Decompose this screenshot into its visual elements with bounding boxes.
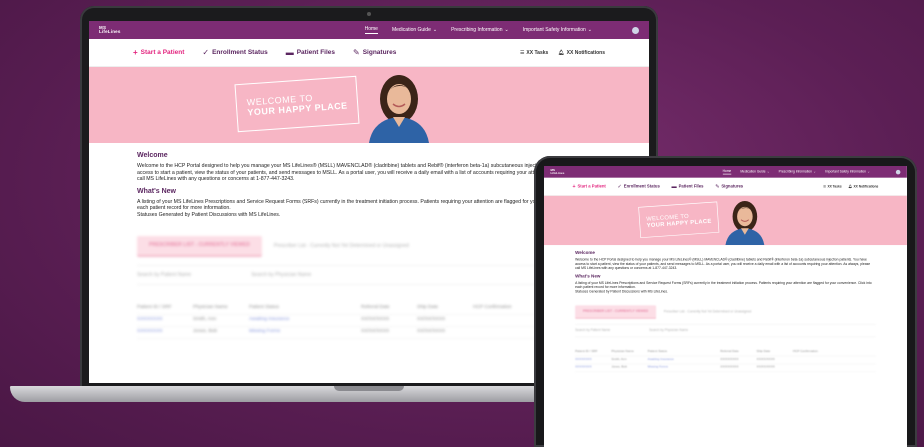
welcome-hero-banner: WELCOME TO YOUR HAPPY PLACE	[89, 67, 649, 143]
nav-medication-guide[interactable]: Medication Guide ⌄	[392, 26, 437, 34]
toolbar-right: ☰ XX Tasks 🔔︎ XX Notifications	[823, 184, 878, 188]
table-header-row: Patient ID / SRF Physician Name Patient St…	[575, 349, 876, 357]
search-patient-input[interactable]: Search by Patient Name	[137, 272, 191, 278]
nurse-photo	[369, 75, 429, 143]
notifications-link[interactable]: 🔔︎ XX Notifications	[848, 184, 878, 188]
main-content: Welcome Welcome to the HCP Portal design…	[544, 245, 907, 373]
search-row: Search by Patient Name Search by Physici…	[137, 264, 601, 286]
table-row[interactable]: XXXXXXXX Smith, Ann Awaiting Insurance XX/X…	[137, 315, 601, 328]
start-patient-button[interactable]: + Start a Patient	[133, 48, 184, 57]
patient-table: Patient ID / SRF Physician Name Patient St…	[137, 303, 601, 340]
camera-icon	[367, 12, 371, 16]
top-nav-bar: MS LifeLines Home Medication Guide ⌄ Presc…	[89, 21, 649, 39]
tab-unassigned[interactable]: Prescriber List - Currently Not Yet Dete…	[664, 310, 752, 314]
patient-files-button[interactable]: ▬ Patient Files	[671, 183, 703, 189]
chevron-down-icon: ⌄	[867, 169, 870, 174]
whats-new-text: A listing of your MS LifeLines Prescript…	[575, 281, 872, 290]
prescriber-section: PRESCRIBER LIST - CURRENTLY VIEWED Presc…	[575, 305, 876, 373]
enrollment-status-button[interactable]: ✓ Enrollment Status	[617, 183, 659, 189]
bell-icon: 🔔︎	[558, 49, 565, 56]
hero-welcome-card: WELCOME TO YOUR HAPPY PLACE	[234, 75, 360, 133]
tab-unassigned[interactable]: Prescriber List - Currently Not Yet Dete…	[274, 243, 409, 249]
chevron-down-icon: ⌄	[813, 169, 816, 174]
checkmark-icon: ✓	[617, 183, 622, 190]
nav-important-safety-information[interactable]: Important Safety Information ⌄	[825, 169, 870, 174]
top-nav: Home Medication Guide ⌄ Prescribing Infor…	[364, 26, 592, 34]
welcome-heading: Welcome	[137, 152, 168, 159]
signatures-button[interactable]: ✎ Signatures	[715, 183, 743, 189]
chevron-down-icon: ⌄	[587, 26, 592, 33]
plus-icon: +	[572, 183, 576, 190]
ms-lifelines-logo[interactable]: MS LifeLines	[99, 25, 123, 35]
folder-icon: ▬	[671, 183, 677, 190]
bell-icon: 🔔︎	[848, 184, 853, 189]
search-patient-input[interactable]: Search by Patient Name	[575, 328, 610, 332]
top-nav: Home Medication Guide ⌄ Prescribing Infor…	[722, 169, 870, 175]
table-row[interactable]: XXXXXXXX Jones, Bob Missing Forms XX/XX/XXX…	[575, 364, 876, 373]
patient-table: Patient ID / SRF Physician Name Patient St…	[575, 349, 876, 373]
chevron-down-icon: ⌄	[766, 169, 770, 174]
start-patient-button[interactable]: + Start a Patient	[573, 183, 606, 189]
tasks-link[interactable]: ☰ XX Tasks	[823, 184, 841, 188]
signature-icon: ✎	[353, 48, 360, 57]
hero-welcome-card: WELCOME TO YOUR HAPPY PLACE	[638, 201, 720, 239]
laptop-notch	[334, 386, 404, 391]
signatures-button[interactable]: ✎ Signatures	[353, 48, 396, 57]
user-avatar-icon[interactable]	[895, 169, 901, 175]
toolbar-right: ☰ XX Tasks 🔔︎ XX Notifications	[520, 50, 605, 56]
folder-icon: ▬	[285, 48, 294, 57]
whats-new-subtext: Statuses Generated by Patient Discussion…	[575, 289, 668, 294]
action-toolbar: + Start a Patient ✓ Enrollment Status ▬ Pat…	[89, 39, 649, 67]
whats-new-text: A listing of your MS LifeLines Prescript…	[137, 199, 595, 212]
prescriber-section: PRESCRIBER LIST - CURRENTLY VIEWED Presc…	[137, 236, 601, 340]
chevron-down-icon: ⌄	[504, 26, 509, 33]
nav-important-safety-information[interactable]: Important Safety Information ⌄	[523, 26, 592, 34]
chevron-down-icon: ⌄	[432, 26, 438, 33]
action-toolbar: + Start a Patient ✓ Enrollment Status ▬ Pat…	[544, 178, 907, 196]
prescriber-tabs: PRESCRIBER LIST - CURRENTLY VIEWED Presc…	[575, 305, 876, 319]
clipboard-icon: ☰	[823, 184, 827, 189]
notifications-link[interactable]: 🔔︎ XX Notifications	[558, 50, 605, 56]
enrollment-status-button[interactable]: ✓ Enrollment Status	[202, 48, 267, 57]
user-avatar-icon[interactable]	[632, 26, 639, 34]
table-row[interactable]: XXXXXXXX Jones, Bob Missing Forms XX/XX/XXX…	[137, 327, 601, 340]
signature-icon: ✎	[715, 183, 720, 190]
patient-files-button[interactable]: ▬ Patient Files	[286, 48, 335, 57]
plus-icon: +	[133, 48, 138, 57]
tablet-screen: MS LifeLines Home Medication Guide ⌄ Presc…	[544, 166, 907, 447]
whats-new-heading: What's New	[137, 187, 177, 195]
tasks-link[interactable]: ☰ XX Tasks	[520, 50, 548, 56]
tablet-device: MS LifeLines Home Medication Guide ⌄ Presc…	[534, 156, 917, 447]
welcome-hero-banner: WELCOME TO YOUR HAPPY PLACE	[544, 195, 907, 246]
nurse-photo	[725, 200, 765, 246]
nav-prescribing-information[interactable]: Prescribing Information ⌄	[451, 26, 509, 34]
prescriber-tabs: PRESCRIBER LIST - CURRENTLY VIEWED Presc…	[137, 236, 601, 257]
nav-home[interactable]: Home	[364, 26, 378, 34]
tab-currently-viewed[interactable]: PRESCRIBER LIST - CURRENTLY VIEWED	[575, 305, 657, 319]
nav-home[interactable]: Home	[722, 169, 732, 175]
welcome-heading: Welcome	[575, 250, 595, 256]
table-header-row: Patient ID / SRF Physician Name Patient St…	[137, 303, 601, 316]
search-row: Search by Patient Name Search by Physici…	[575, 323, 876, 338]
search-physician-input[interactable]: Search by Physician Name	[649, 328, 688, 332]
welcome-text: Welcome to the HCP Portal designed to he…	[575, 258, 871, 271]
table-row[interactable]: XXXXXXXX Smith, Ann Awaiting Insurance XX/X…	[575, 357, 876, 365]
tab-currently-viewed[interactable]: PRESCRIBER LIST - CURRENTLY VIEWED	[137, 236, 262, 257]
nav-prescribing-information[interactable]: Prescribing Information ⌄	[779, 169, 816, 174]
ms-lifelines-logo[interactable]: MS LifeLines	[550, 169, 566, 175]
whats-new-heading: What's New	[575, 273, 601, 279]
nav-medication-guide[interactable]: Medication Guide ⌄	[740, 169, 769, 174]
search-physician-input[interactable]: Search by Physician Name	[251, 272, 311, 278]
top-nav-bar: MS LifeLines Home Medication Guide ⌄ Presc…	[544, 166, 907, 178]
checkmark-icon: ✓	[202, 48, 210, 57]
whats-new-subtext: Statuses Generated by Patient Discussion…	[137, 211, 281, 218]
welcome-text: Welcome to the HCP Portal designed to he…	[137, 163, 593, 183]
clipboard-icon: ☰	[519, 49, 525, 56]
hcp-portal-tablet: MS LifeLines Home Medication Guide ⌄ Presc…	[544, 166, 907, 373]
